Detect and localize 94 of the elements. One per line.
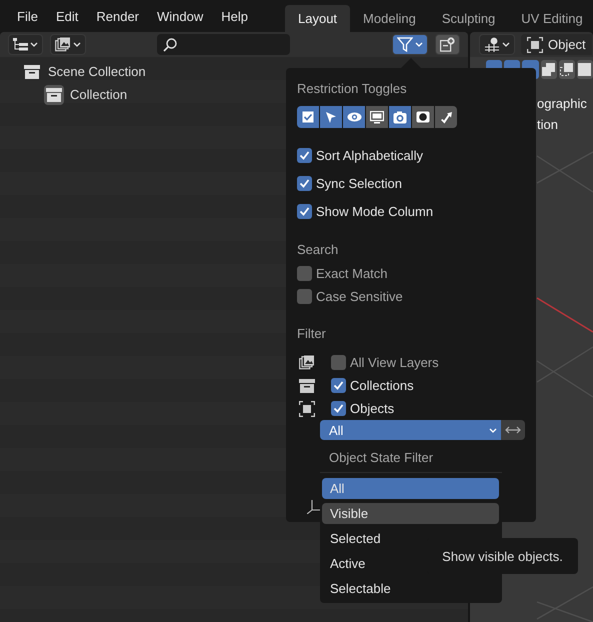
- box-icon: [299, 378, 315, 392]
- restriction-toggle[interactable]: [297, 106, 319, 128]
- option-label: Exact Match: [316, 266, 388, 281]
- camera-icon: [393, 110, 407, 124]
- option-label: All View Layers: [350, 355, 439, 370]
- double-arrow-icon: [505, 426, 521, 434]
- subtract-tool-icon[interactable]: [558, 60, 575, 79]
- filter-icon: [397, 37, 413, 52]
- viewport-overlay-text: ographic: [536, 95, 588, 113]
- workspace-tab[interactable]: UV Editing: [508, 5, 593, 32]
- grid-line: [536, 346, 593, 383]
- object-state-dropdown[interactable]: All: [320, 420, 501, 440]
- eye-icon: [346, 112, 362, 122]
- checkbox[interactable]: [297, 266, 312, 281]
- option-label: Show Mode Column: [316, 204, 434, 218]
- restriction-toggle[interactable]: [320, 106, 342, 128]
- checkbox[interactable]: [297, 289, 312, 304]
- tree-item-label[interactable]: Collection: [70, 87, 128, 102]
- chevron-icon: [489, 428, 497, 432]
- checkbox[interactable]: [297, 148, 312, 162]
- axis-line: [536, 297, 593, 333]
- checkbox-option[interactable]: Sync Selection: [297, 169, 525, 197]
- workspace-tab[interactable]: Sculpting: [428, 5, 508, 32]
- workspace-tab[interactable]: Layout: [285, 5, 350, 32]
- checkbox[interactable]: [331, 378, 346, 393]
- grid-line: [536, 360, 593, 398]
- view-layer-button[interactable]: [50, 34, 86, 55]
- checkbox-option[interactable]: Case Sensitive: [297, 285, 525, 308]
- checkbox-option[interactable]: Sort Alphabetically: [297, 141, 525, 169]
- menu-item[interactable]: Help: [212, 8, 257, 24]
- filter-button[interactable]: [392, 34, 428, 55]
- checkbox-option[interactable]: Show Mode Column: [297, 197, 525, 225]
- option-label: Case Sensitive: [316, 289, 403, 304]
- grid-line: [536, 151, 593, 184]
- invert-tool-icon[interactable]: [576, 60, 593, 79]
- checkbox[interactable]: [331, 401, 346, 416]
- menu-item[interactable]: File: [8, 8, 47, 24]
- object-icon: [527, 36, 543, 52]
- swap-button[interactable]: [501, 420, 525, 440]
- cursor-icon: [325, 110, 337, 124]
- chevron-icon: [73, 42, 81, 47]
- holdout-icon: [416, 111, 430, 123]
- menu-item[interactable]: Edit: [46, 8, 88, 24]
- section-title: Filter: [297, 326, 327, 342]
- chevron-icon: [415, 42, 423, 47]
- extend-tool-icon[interactable]: [540, 60, 557, 79]
- checkbox[interactable]: [331, 355, 346, 370]
- image-stack-icon: [55, 37, 71, 52]
- object-icon: [299, 400, 315, 416]
- monitor-icon: [370, 110, 384, 124]
- display-mode-button[interactable]: [8, 34, 43, 55]
- restriction-toggle[interactable]: [412, 106, 434, 128]
- search-icon: [163, 38, 177, 52]
- mode-dropdown[interactable]: Object: [521, 34, 592, 55]
- section-title: Restriction Toggles: [297, 81, 408, 97]
- collection-icon-button[interactable]: [44, 84, 64, 104]
- menu-item[interactable]: Window: [148, 8, 212, 24]
- checkbox-option[interactable]: Objects: [297, 397, 525, 420]
- chevron-icon: [502, 42, 510, 47]
- menu-option[interactable]: Selectable: [322, 578, 499, 599]
- workspace-tab[interactable]: Modeling: [350, 5, 429, 32]
- checkbox-icon: [302, 111, 314, 123]
- menu-option[interactable]: Visible: [322, 503, 499, 524]
- search-field[interactable]: [157, 34, 290, 55]
- restriction-toggle[interactable]: [435, 106, 457, 128]
- checkbox-option[interactable]: All View Layers: [297, 351, 525, 374]
- option-label: Sort Alphabetically: [316, 148, 423, 162]
- menu-title: Object State Filter: [320, 443, 502, 473]
- add-collection-icon: [440, 37, 455, 52]
- axis-icon: [307, 500, 323, 514]
- new-collection-button[interactable]: [435, 34, 460, 55]
- tree-item-label[interactable]: Scene Collection: [48, 64, 146, 79]
- box-icon: [46, 88, 62, 102]
- grid-line: [536, 155, 593, 193]
- restriction-toggle[interactable]: [366, 106, 388, 128]
- restriction-toggle[interactable]: [343, 106, 365, 128]
- option-label: Collections: [350, 378, 414, 393]
- view-options-button[interactable]: [479, 34, 515, 55]
- restriction-toggle[interactable]: [389, 106, 411, 128]
- checkbox[interactable]: [297, 204, 312, 218]
- checkbox-option[interactable]: Collections: [297, 374, 525, 397]
- checkbox[interactable]: [297, 176, 312, 190]
- menu-option[interactable]: All: [322, 478, 499, 499]
- chevron-icon: [30, 42, 38, 47]
- viewport-overlay-text: tion: [536, 116, 559, 134]
- image-stack-icon: [299, 355, 315, 370]
- option-label: Sync Selection: [316, 176, 402, 190]
- checkbox-option[interactable]: Exact Match: [297, 262, 525, 285]
- box-icon: [24, 64, 40, 78]
- menu-item[interactable]: Render: [87, 8, 148, 24]
- section-title: Search: [297, 242, 340, 258]
- hierarchy-icon: [13, 38, 28, 51]
- option-label: Objects: [350, 401, 394, 416]
- arrow-icon: [440, 110, 452, 124]
